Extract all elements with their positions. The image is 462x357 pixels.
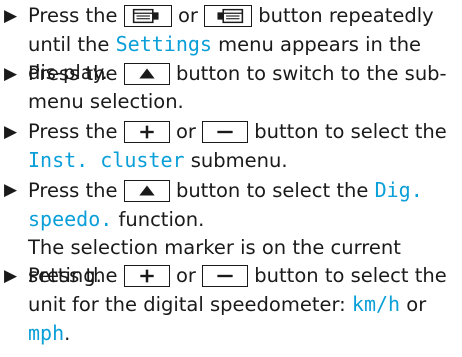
- bullet-marker: ▶: [4, 180, 18, 200]
- bullet-marker: ▶: [4, 266, 18, 286]
- step-3: ▶ Press the or button to select the Inst…: [4, 118, 456, 175]
- display-page-left-icon[interactable]: [123, 5, 172, 27]
- step-2: ▶ Press the button to switch to the sub-…: [4, 60, 456, 116]
- submenu-name-inst-cluster: Inst. cluster: [28, 148, 185, 172]
- menu-name-settings: Settings: [115, 32, 212, 56]
- step-text: Press the or button to select the unit f…: [28, 264, 447, 345]
- minus-icon[interactable]: [202, 265, 249, 287]
- plus-icon[interactable]: [123, 121, 170, 143]
- unit-option-mph: mph: [28, 321, 65, 345]
- triangle-up-icon[interactable]: [123, 180, 170, 202]
- triangle-up-icon[interactable]: [123, 63, 170, 85]
- bullet-marker: ▶: [4, 6, 18, 26]
- step-text: Press the or button to select the Inst. …: [28, 120, 447, 172]
- bullet-marker: ▶: [4, 122, 18, 142]
- step-5: ▶ Press the or button to select the unit…: [4, 262, 456, 348]
- bullet-marker: ▶: [4, 64, 18, 84]
- unit-option-kmh: km/h: [351, 292, 401, 316]
- minus-icon[interactable]: [202, 121, 249, 143]
- step-text: Press the button to switch to the sub-me…: [28, 62, 447, 113]
- display-page-right-icon[interactable]: [204, 5, 253, 27]
- instruction-page: ▶ Press the or button repeatedly until t…: [0, 0, 462, 357]
- plus-icon[interactable]: [123, 265, 170, 287]
